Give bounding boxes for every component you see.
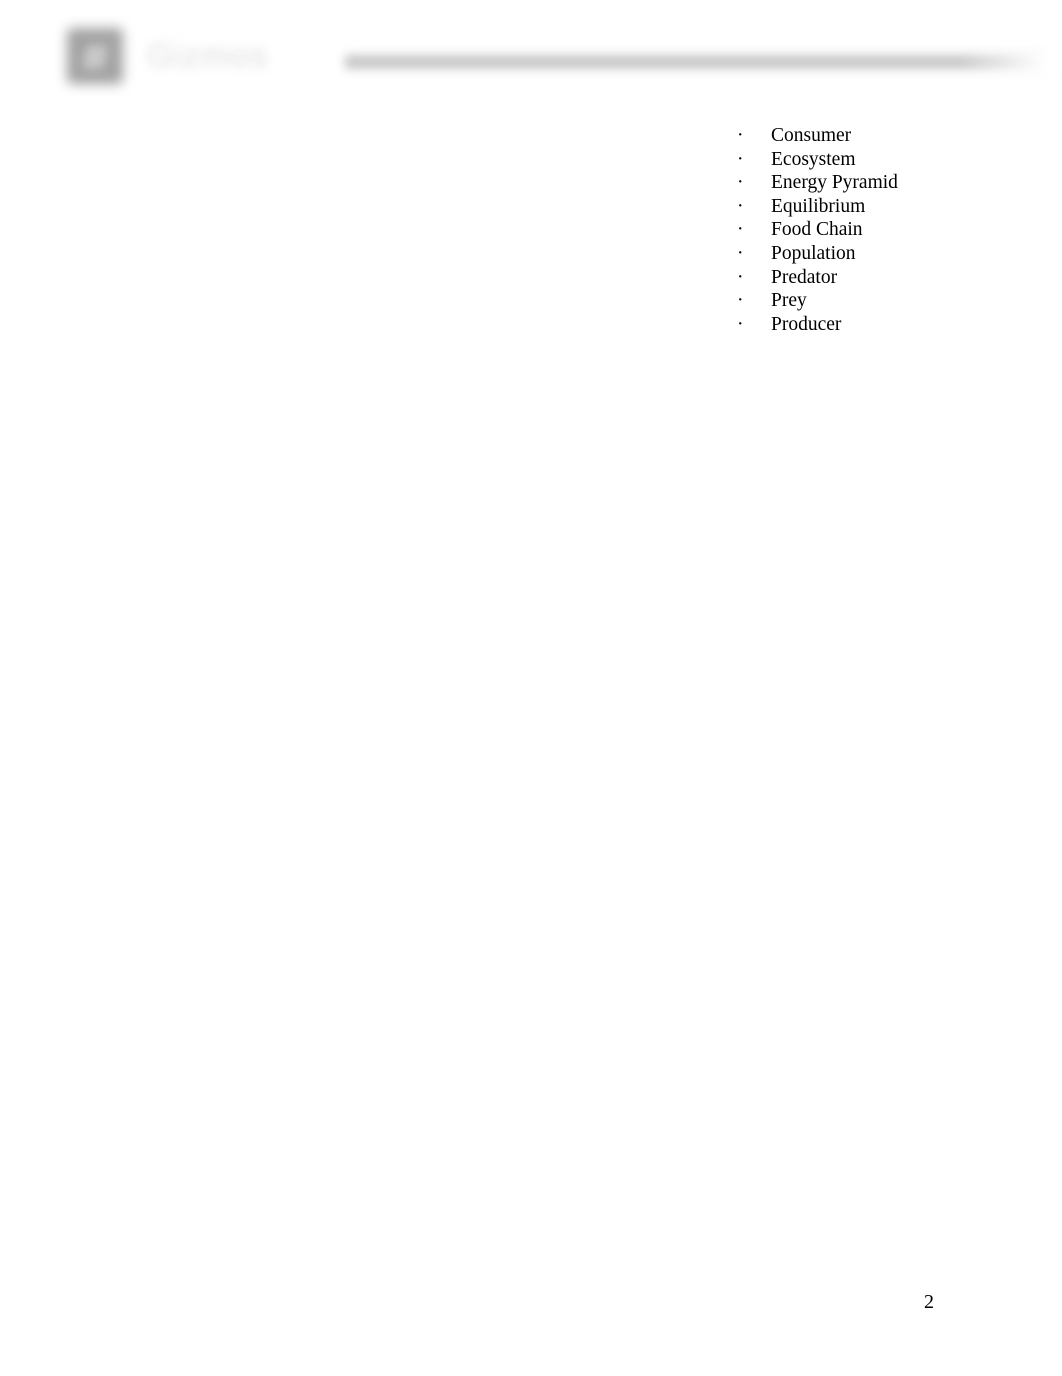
list-item: · Population: [730, 242, 1030, 266]
list-item-label: Ecosystem: [771, 148, 856, 170]
list-item: · Producer: [730, 313, 1030, 337]
list-item: · Food Chain: [730, 218, 1030, 242]
vocabulary-list: · Consumer · Ecosystem · Energy Pyramid …: [730, 124, 1030, 336]
page-number: 2: [924, 1291, 934, 1313]
bullet-icon: ·: [737, 195, 744, 217]
list-item-label: Population: [771, 242, 856, 264]
list-item-label: Energy Pyramid: [771, 172, 898, 194]
list-item: · Equilibrium: [730, 195, 1030, 219]
bullet-icon: ·: [737, 125, 744, 146]
list-item-label: Consumer: [771, 125, 852, 146]
list-item: · Prey: [730, 289, 1030, 313]
list-item: · Consumer: [730, 124, 1030, 148]
bullet-icon: ·: [737, 313, 744, 335]
bullet-icon: ·: [737, 290, 744, 312]
list-item-label: Predator: [771, 266, 838, 288]
document-logo-inner-glyph-icon: [82, 45, 108, 69]
page-header: Gizmos: [0, 0, 1062, 112]
document-page: Gizmos · Consumer · Ecosystem · Energy P…: [0, 0, 1062, 1376]
list-item-label: Equilibrium: [771, 195, 866, 217]
list-item: · Energy Pyramid: [730, 171, 1030, 195]
list-item: · Ecosystem: [730, 148, 1030, 172]
bullet-icon: ·: [737, 242, 744, 264]
brand-wordmark: Gizmos: [147, 37, 269, 75]
header-divider-rule-fade: [960, 48, 1062, 78]
bullet-icon: ·: [737, 148, 744, 170]
list-item-label: Prey: [771, 290, 807, 312]
bullet-icon: ·: [737, 266, 744, 288]
list-item: · Predator: [730, 266, 1030, 290]
list-item-label: Producer: [771, 313, 842, 335]
bullet-icon: ·: [737, 172, 744, 194]
header-divider-rule: [345, 55, 1045, 69]
bullet-icon: ·: [737, 219, 744, 241]
list-item-label: Food Chain: [771, 219, 863, 241]
